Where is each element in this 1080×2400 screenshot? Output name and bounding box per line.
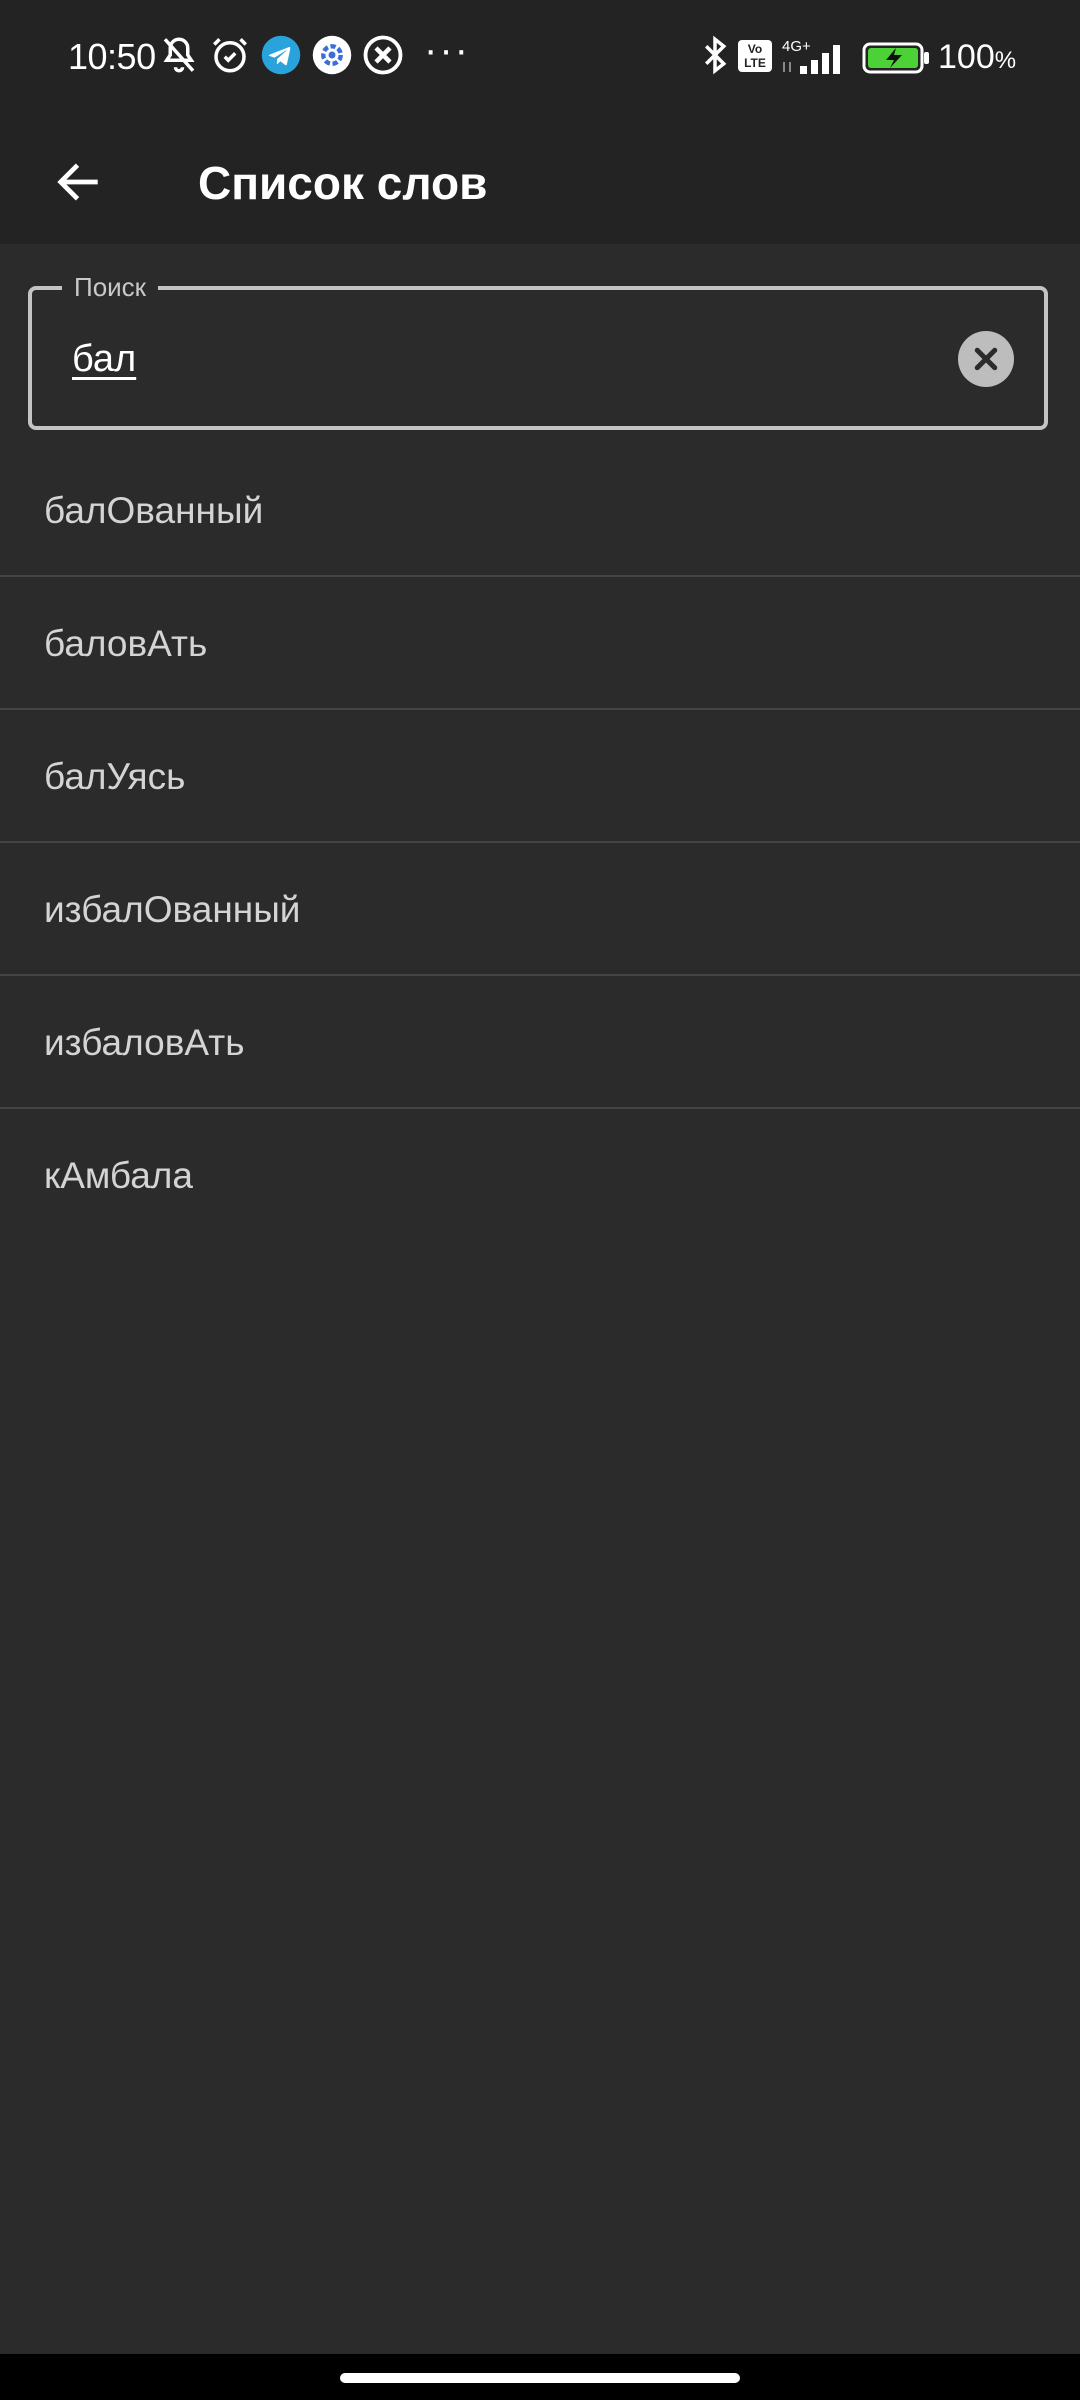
search-input[interactable]: бал <box>72 338 136 381</box>
search-field[interactable] <box>28 286 1048 430</box>
status-bar: 10:50 ··· Vo LTE 4G+ 100% <box>0 0 1080 120</box>
screen: 10:50 ··· Vo LTE 4G+ 100% Список слов По… <box>0 0 1080 2400</box>
app-bar: Список слов <box>0 120 1080 244</box>
word-label: балОванный <box>44 490 264 531</box>
home-indicator[interactable] <box>340 2373 740 2383</box>
status-time: 10:50 <box>68 36 156 77</box>
signal-icon <box>783 45 840 74</box>
back-button[interactable] <box>36 140 120 224</box>
telegram-icon <box>261 35 301 75</box>
alarm-icon <box>213 38 247 73</box>
bell-off-icon <box>163 37 195 73</box>
gear-icon <box>312 35 352 75</box>
word-list: балОванный баловАть балУясь избалОванный… <box>0 444 1080 1242</box>
battery-percent: 100% <box>938 38 1017 76</box>
more-dots-icon: ··· <box>424 28 470 72</box>
battery-charging-icon <box>862 42 929 74</box>
close-icon <box>974 347 998 371</box>
arrow-left-icon <box>57 163 98 201</box>
word-label: избалОванный <box>44 889 301 930</box>
list-item[interactable]: балУясь <box>0 710 1080 843</box>
navigation-bar <box>0 2354 1080 2400</box>
word-label: балУясь <box>44 756 186 797</box>
word-label: кАмбала <box>44 1155 193 1196</box>
list-item[interactable]: баловАть <box>0 577 1080 710</box>
list-item[interactable]: кАмбала <box>0 1109 1080 1242</box>
list-item[interactable]: избалОванный <box>0 843 1080 976</box>
close-circle-icon <box>363 35 403 75</box>
volte-icon: Vo LTE <box>738 40 772 72</box>
page-title: Список слов <box>198 157 488 209</box>
list-item[interactable]: балОванный <box>0 444 1080 577</box>
bluetooth-icon <box>705 35 727 75</box>
clear-search-button[interactable] <box>958 331 1014 387</box>
word-label: баловАть <box>44 623 208 664</box>
word-label: избаловАть <box>44 1022 245 1063</box>
list-item[interactable]: избаловАть <box>0 976 1080 1109</box>
search-label: Поиск <box>62 272 159 303</box>
